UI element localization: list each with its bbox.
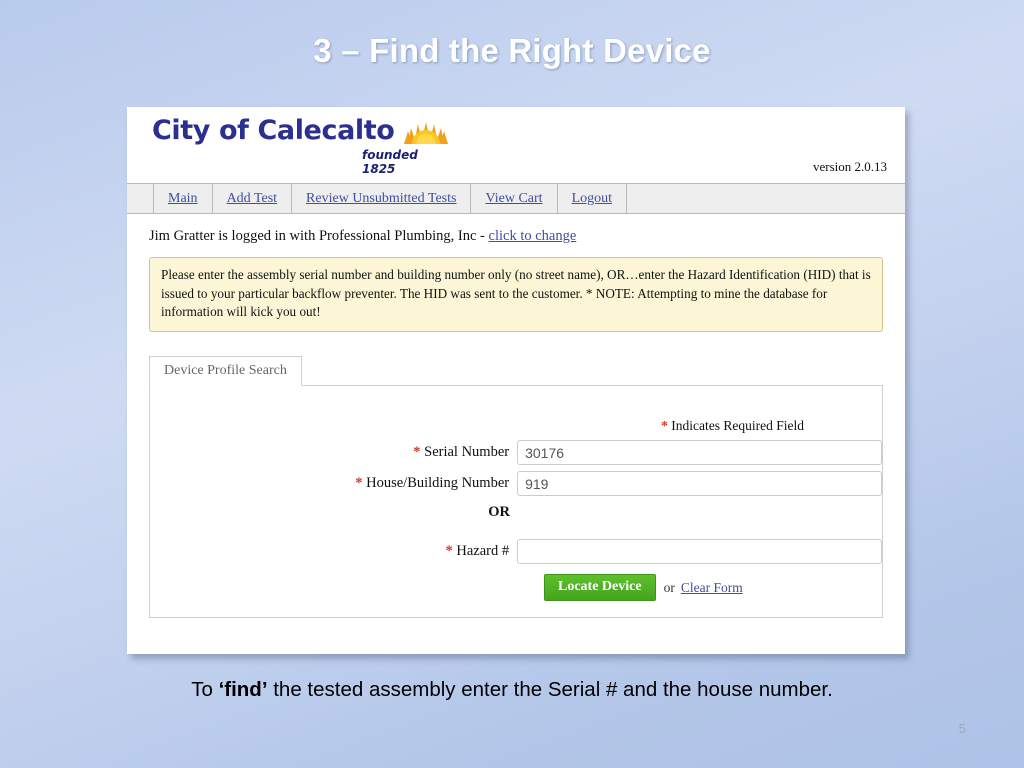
required-star-icon: * [413, 444, 421, 461]
serial-number-label: * Serial Number [150, 444, 517, 461]
logo-text: City of Calecalto [152, 115, 395, 146]
hazard-number-label: * Hazard # [150, 543, 517, 560]
caption-post: the tested assembly enter the Serial # a… [267, 678, 833, 701]
page-title: 3 – Find the Right Device [313, 32, 711, 69]
hazard-number-label-text: Hazard # [456, 543, 510, 560]
logo-tagline: founded 1825 [362, 148, 418, 176]
caption-pre: To [191, 678, 219, 701]
house-number-row: * House/Building Number [150, 471, 882, 497]
tab-device-profile-search[interactable]: Device Profile Search [149, 356, 302, 387]
form-actions: Locate Device or Clear Form [544, 574, 743, 602]
instructions-notice: Please enter the assembly serial number … [149, 257, 883, 333]
or-divider: OR [150, 504, 544, 521]
required-star-icon: * [445, 543, 453, 560]
slide-page-number: 5 [958, 721, 966, 736]
device-profile-search-panel: * Indicates Required Field * Serial Numb… [149, 385, 883, 619]
required-field-note: * Indicates Required Field [661, 418, 804, 434]
caption-bold: ‘find’ [218, 678, 268, 701]
house-number-input[interactable] [517, 471, 882, 497]
hazard-number-row: * Hazard # [150, 539, 882, 565]
slide: 3 – Find the Right Device City of Caleca… [0, 0, 1024, 768]
nav-leading-spacer [127, 184, 154, 213]
app-body: Jim Gratter is logged in with Profession… [127, 228, 905, 619]
sun-icon [402, 119, 450, 145]
nav-trailing-space [627, 184, 905, 213]
action-or-text: or [663, 579, 675, 595]
site-logo: City of Calecalto founded 1825 [152, 115, 450, 176]
nav-add-test[interactable]: Add Test [213, 184, 293, 213]
nav-logout[interactable]: Logout [558, 184, 628, 213]
nav-main[interactable]: Main [154, 184, 213, 213]
serial-number-input[interactable] [517, 440, 882, 466]
change-company-link[interactable]: click to change [489, 228, 577, 244]
nav-review-unsubmitted-tests[interactable]: Review Unsubmitted Tests [292, 184, 472, 213]
or-divider-text: OR [488, 504, 510, 521]
nav-view-cart[interactable]: View Cart [471, 184, 558, 213]
slide-caption: To ‘find’ the tested assembly enter the … [0, 678, 1024, 702]
clear-form-link[interactable]: Clear Form [681, 580, 743, 596]
house-number-label-text: House/Building Number [366, 475, 510, 492]
required-note-text: Indicates Required Field [667, 418, 804, 434]
tab-bar: Device Profile Search [149, 356, 883, 387]
house-number-label: * House/Building Number [150, 475, 517, 492]
version-label: version 2.0.13 [812, 159, 887, 174]
required-star-icon: * [661, 418, 668, 434]
application-window: City of Calecalto founded 1825 version 2… [127, 107, 905, 654]
app-header: City of Calecalto founded 1825 version 2… [127, 107, 905, 183]
login-status: Jim Gratter is logged in with Profession… [149, 228, 883, 245]
locate-device-button[interactable]: Locate Device [544, 574, 656, 602]
main-navigation: Main Add Test Review Unsubmitted Tests V… [127, 183, 905, 214]
login-status-text: Jim Gratter is logged in with Profession… [149, 228, 489, 244]
hazard-number-input[interactable] [517, 539, 882, 565]
serial-number-row: * Serial Number [150, 440, 882, 466]
serial-number-label-text: Serial Number [424, 444, 510, 461]
required-star-icon: * [355, 475, 363, 492]
